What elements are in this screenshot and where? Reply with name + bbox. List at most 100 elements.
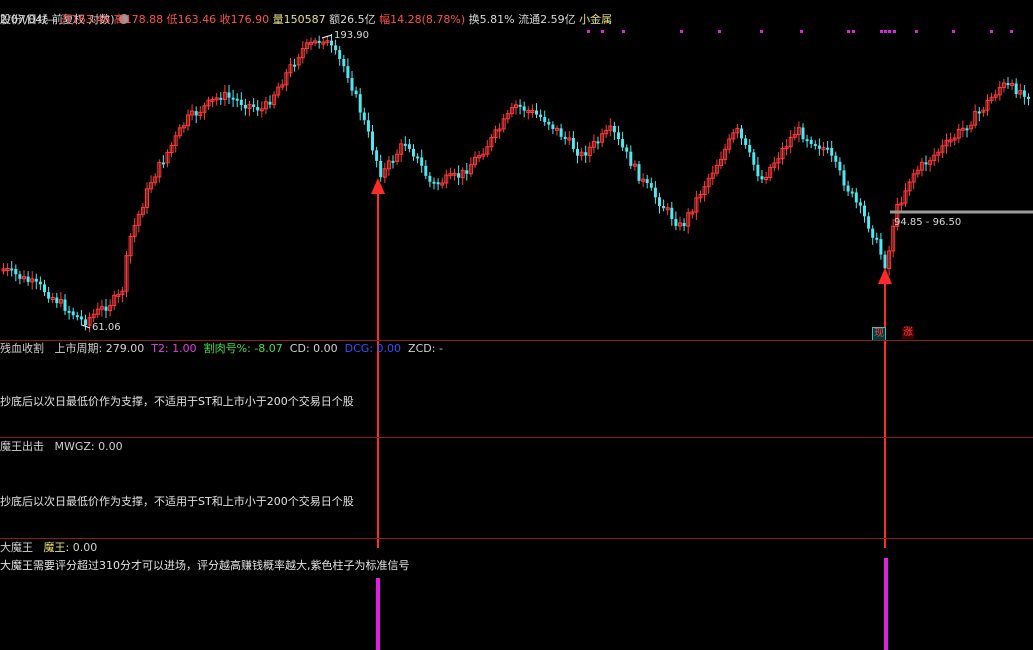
candle-body: [740, 128, 743, 139]
candle-body: [518, 104, 522, 107]
candle-body: [256, 107, 260, 111]
candle-body: [43, 284, 46, 293]
candle-body: [465, 170, 469, 174]
candle-body: [63, 299, 67, 311]
candle-body: [239, 99, 243, 105]
candle-body: [350, 77, 354, 91]
candle-body: [55, 297, 59, 304]
signal-arrow-head: [878, 268, 892, 284]
candle-body: [161, 162, 165, 165]
candle-body: [252, 104, 256, 108]
volume-value: 150587: [283, 13, 326, 26]
signal-dot: [884, 30, 887, 33]
candle-body: [375, 150, 379, 161]
candle-body: [71, 311, 75, 316]
candle-body: [850, 191, 854, 194]
signal-dot: [852, 30, 855, 33]
candle-body: [391, 160, 395, 163]
float-value: 2.59亿: [540, 13, 576, 26]
f1-label: 魔王:: [43, 541, 70, 554]
candle-body: [576, 148, 579, 156]
sector-label: 小金属: [579, 13, 613, 26]
candle-body: [26, 276, 30, 282]
candle-body: [539, 114, 543, 118]
volume-label: 量: [272, 13, 284, 26]
candle-body: [682, 222, 686, 227]
candle-body: [227, 92, 231, 98]
panel1-note: 抄底后以次日最低价作为支撑，不适用于ST和上市小于200个交易日个股: [0, 395, 354, 408]
candle-body: [522, 106, 526, 111]
candle-body: [867, 216, 871, 229]
candle-body: [346, 66, 350, 78]
candle-body: [412, 148, 415, 157]
amount-value: 26.5亿: [340, 13, 376, 26]
candle-body: [407, 144, 411, 149]
turnover-label: 换: [468, 13, 480, 26]
candle-body: [629, 151, 633, 166]
candle-body: [416, 156, 420, 159]
low-value: 163.46: [177, 13, 217, 26]
f6-label: ZCD:: [408, 342, 436, 355]
candle-body: [563, 136, 567, 139]
candle-body: [924, 162, 928, 165]
candle-body: [420, 157, 424, 166]
indicator-name[interactable]: 魔王出击: [0, 440, 44, 453]
f4-label: CD:: [289, 342, 310, 355]
candle-body: [846, 185, 850, 192]
close-label: 收: [219, 13, 231, 26]
candle-body: [547, 121, 551, 125]
close-value: 176.90: [230, 13, 270, 26]
candle-body: [653, 187, 657, 198]
marker-right[interactable]: 涨: [902, 327, 914, 339]
candle-body: [756, 164, 760, 177]
candle-body: [1006, 83, 1010, 86]
signal-dots-layer: [587, 30, 1013, 33]
marker-left[interactable]: 现: [872, 327, 886, 341]
low-label: 低: [166, 13, 178, 26]
candle-body: [662, 206, 666, 209]
candle-body: [330, 40, 333, 46]
f1-value: 0.00: [98, 440, 123, 453]
f5-label: DCG:: [344, 342, 374, 355]
signal-dot: [888, 30, 891, 33]
candle-body: [235, 98, 239, 101]
signal-dot: [952, 30, 955, 33]
open-label: 开: [60, 13, 72, 26]
kline-chart[interactable]: [0, 0, 1033, 650]
f1-label: MWGZ:: [54, 440, 95, 453]
candle-body: [457, 173, 461, 178]
candle-body: [362, 112, 366, 121]
panel2-header: 魔王出击 MWGZ: 0.00: [0, 440, 123, 454]
candle-body: [243, 104, 247, 109]
candle-body: [379, 160, 383, 178]
candle-body: [424, 165, 428, 176]
candle-body: [371, 131, 374, 151]
candle-body: [670, 207, 674, 219]
signal-dot: [990, 30, 993, 33]
candle-body: [842, 170, 846, 186]
candle-body: [571, 137, 575, 149]
candle-body: [436, 182, 440, 185]
signal-dot: [760, 30, 763, 33]
signal-dot: [587, 30, 590, 33]
signal-dot: [622, 30, 625, 33]
candle-body: [645, 179, 649, 184]
high-value: 178.88: [124, 13, 164, 26]
candle-body: [67, 310, 71, 313]
candle-body: [194, 111, 198, 116]
indicator-name[interactable]: 大魔王: [0, 541, 33, 554]
candle-body: [543, 117, 547, 122]
low-price-label: 61.06: [92, 322, 121, 333]
candle-body: [428, 175, 432, 182]
candle-body: [649, 183, 653, 188]
candle-body: [977, 111, 981, 114]
candle-body: [748, 144, 752, 153]
candle-body: [18, 274, 22, 279]
candle-body: [637, 164, 641, 181]
f3-label: 割肉号%:: [203, 342, 251, 355]
candle-body: [366, 120, 370, 132]
candle-body: [752, 152, 756, 165]
f6-value: -: [438, 342, 443, 355]
indicator-name[interactable]: 残血收割: [0, 342, 44, 355]
candle-body: [674, 218, 678, 226]
